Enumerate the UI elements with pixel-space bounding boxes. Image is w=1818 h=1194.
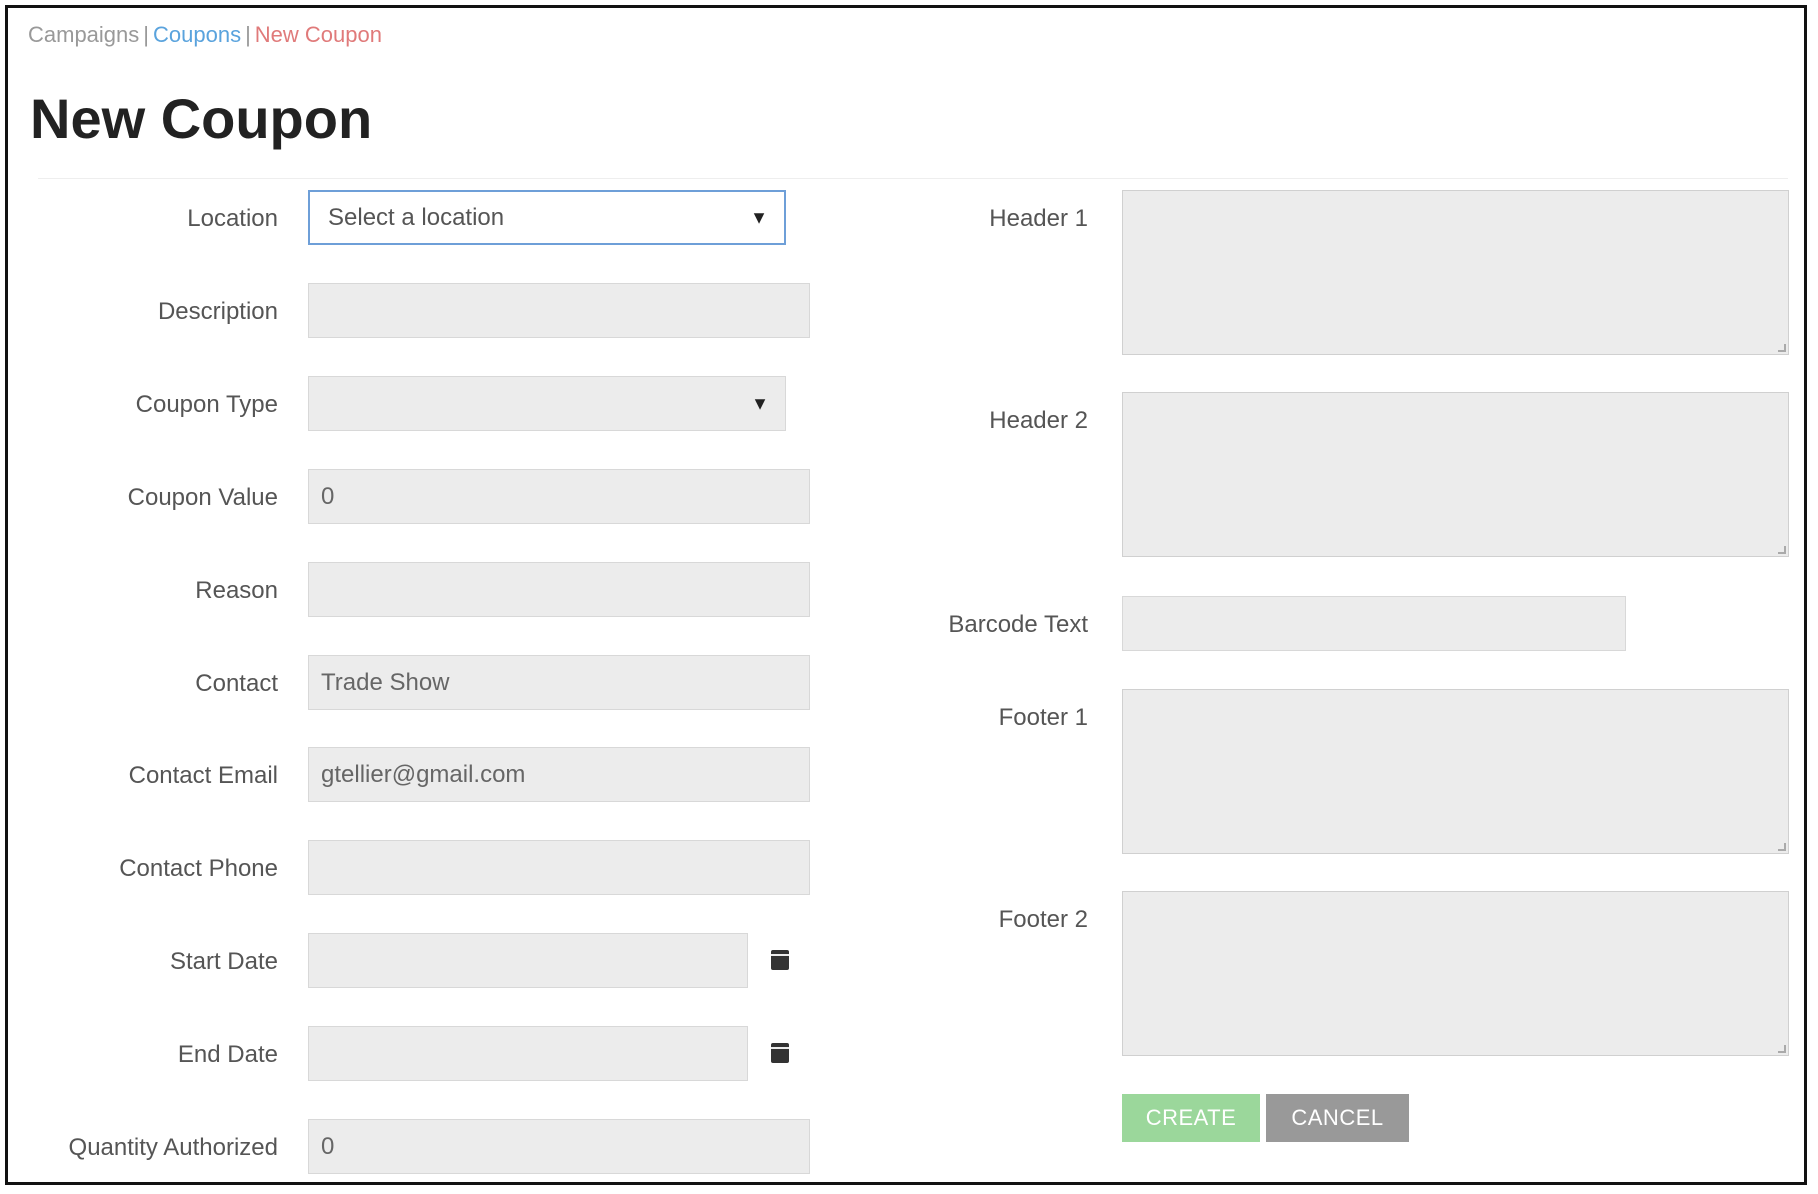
calendar-icon[interactable] <box>771 1043 789 1063</box>
page-title: New Coupon <box>30 87 373 150</box>
reason-label: Reason <box>195 577 278 604</box>
location-select[interactable]: Select a location ▼ <box>308 190 786 245</box>
coupon-type-label: Coupon Type <box>135 391 278 418</box>
coupon-value-label: Coupon Value <box>127 484 278 511</box>
contact-phone-label: Contact Phone <box>119 855 278 882</box>
breadcrumb-coupons[interactable]: Coupons <box>153 22 241 47</box>
contact-label: Contact <box>195 670 278 697</box>
description-label: Description <box>157 298 278 325</box>
start-date-input[interactable] <box>308 933 748 988</box>
footer-2-textarea[interactable] <box>1122 891 1789 1056</box>
header-1-textarea[interactable] <box>1122 190 1789 355</box>
end-date-input[interactable] <box>308 1026 748 1081</box>
header-1-label: Header 1 <box>989 205 1088 232</box>
location-label: Location <box>187 205 278 232</box>
description-input[interactable] <box>308 283 810 338</box>
quantity-authorized-input[interactable]: 0 <box>308 1119 810 1174</box>
coupon-type-select[interactable]: ▼ <box>308 376 786 431</box>
calendar-icon[interactable] <box>771 950 789 970</box>
chevron-down-icon: ▼ <box>751 393 769 413</box>
end-date-label: End Date <box>177 1041 278 1068</box>
reason-input[interactable] <box>308 562 810 617</box>
breadcrumb: Campaigns | Coupons | New Coupon <box>28 22 382 48</box>
footer-1-label: Footer 1 <box>998 704 1088 731</box>
contact-email-input[interactable]: gtellier@gmail.com <box>308 747 810 802</box>
breadcrumb-separator: | <box>245 22 251 47</box>
contact-phone-input[interactable] <box>308 840 810 895</box>
breadcrumb-new-coupon: New Coupon <box>254 22 382 47</box>
resize-handle[interactable] <box>1778 344 1786 352</box>
breadcrumb-separator: | <box>143 22 149 47</box>
footer-1-textarea[interactable] <box>1122 689 1789 854</box>
contact-email-label: Contact Email <box>128 762 278 789</box>
barcode-text-label: Barcode Text <box>948 611 1088 638</box>
divider <box>38 178 1788 179</box>
contact-input[interactable]: Trade Show <box>308 655 810 710</box>
header-2-textarea[interactable] <box>1122 392 1789 557</box>
resize-handle[interactable] <box>1778 546 1786 554</box>
breadcrumb-campaigns[interactable]: Campaigns <box>28 22 139 47</box>
resize-handle[interactable] <box>1778 1045 1786 1053</box>
barcode-text-input[interactable] <box>1122 596 1626 651</box>
start-date-label: Start Date <box>169 948 278 975</box>
page-frame: Campaigns | Coupons | New Coupon New Coupon … <box>5 5 1807 1185</box>
coupon-value-input[interactable]: 0 <box>308 469 810 524</box>
quantity-authorized-label: Quantity Authorized <box>68 1134 278 1161</box>
create-button[interactable]: CREATE <box>1122 1094 1260 1142</box>
footer-2-label: Footer 2 <box>998 906 1088 933</box>
resize-handle[interactable] <box>1778 843 1786 851</box>
header-2-label: Header 2 <box>989 407 1088 434</box>
location-select-value: Select a location <box>328 203 505 231</box>
chevron-down-icon: ▼ <box>750 207 768 227</box>
cancel-button[interactable]: CANCEL <box>1266 1094 1409 1142</box>
